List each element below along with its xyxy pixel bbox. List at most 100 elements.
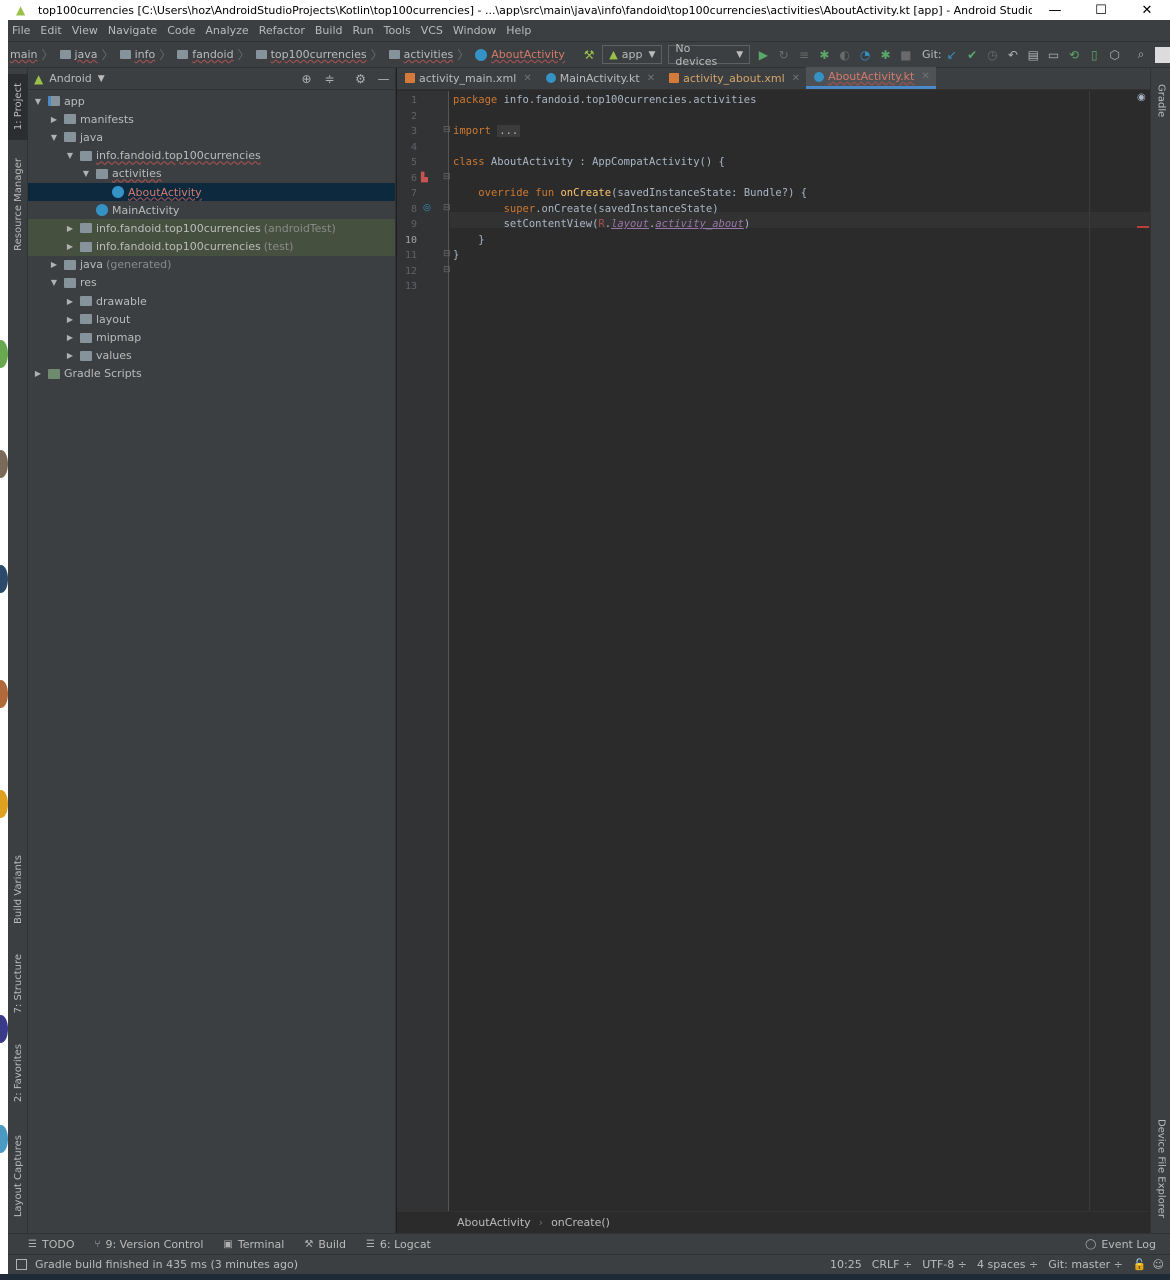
breadcrumb-activities[interactable]: activities	[387, 48, 453, 61]
close-icon[interactable]: ✕	[647, 73, 655, 84]
tree-item[interactable]: ▶ drawable	[28, 292, 395, 310]
vcs-update-icon[interactable]: ↙	[942, 44, 962, 66]
debug-icon[interactable]: ✱	[814, 44, 834, 66]
sdk-manager-icon[interactable]: ▭	[1043, 44, 1063, 66]
chevron-down-icon[interactable]: ▼	[48, 278, 60, 287]
chevron-right-icon[interactable]: ▶	[64, 315, 76, 324]
tab-activity-about-xml[interactable]: activity_about.xml ✕	[661, 67, 806, 89]
tree-item[interactable]: ▶ mipmap	[28, 328, 395, 346]
tree-item[interactable]: ▼ app	[28, 92, 395, 110]
chevron-right-icon[interactable]: ▶	[64, 297, 76, 306]
menu-view[interactable]: View	[72, 24, 104, 37]
menu-run[interactable]: Run	[353, 24, 380, 37]
tab-activity-main-xml[interactable]: activity_main.xml ✕	[397, 67, 538, 89]
chevron-right-icon[interactable]: ▶	[32, 369, 44, 378]
close-icon[interactable]: ✕	[792, 73, 800, 84]
menu-window[interactable]: Window	[453, 24, 502, 37]
tree-item[interactable]: ▼ java	[28, 128, 395, 146]
breadcrumb-aboutactivity[interactable]: AboutActivity	[473, 48, 565, 61]
vcs-commit-icon[interactable]: ✔	[962, 44, 982, 66]
tree-item[interactable]: AboutActivity	[28, 182, 395, 202]
make-project-hammer-icon[interactable]: ⚒	[579, 44, 599, 66]
code-editor[interactable]: package info.fandoid.top100currencies.ac…	[450, 91, 1090, 1211]
tab-resource-manager[interactable]: Resource Manager	[8, 154, 28, 254]
editor-crumb-class[interactable]: AboutActivity	[457, 1216, 531, 1229]
run-coverage-icon[interactable]: ◐	[835, 44, 855, 66]
lock-icon[interactable]: 🔓	[1133, 1258, 1147, 1271]
line-separator[interactable]: CRLF ÷	[872, 1258, 913, 1271]
tree-item[interactable]: MainActivity	[28, 201, 395, 219]
breadcrumb-fandoid[interactable]: fandoid	[175, 48, 234, 61]
toggle-tool-windows-icon[interactable]	[16, 1259, 27, 1270]
tree-item[interactable]: ▼ activities	[28, 165, 395, 183]
chevron-down-icon[interactable]: ▼	[80, 169, 92, 178]
tree-item[interactable]: ▼ info.fandoid.top100currencies	[28, 147, 395, 165]
tab-device-file-explorer[interactable]: Device File Explorer	[1151, 1116, 1170, 1220]
tree-item[interactable]: ▶ layout	[28, 310, 395, 328]
chevron-right-icon[interactable]: ▶	[48, 115, 60, 124]
tab-layout-captures[interactable]: Layout Captures	[8, 1128, 28, 1224]
apply-code-changes-icon[interactable]: ≡	[794, 44, 814, 66]
collapse-all-icon[interactable]: ≑	[318, 68, 341, 90]
breadcrumb-info[interactable]: info	[118, 48, 155, 61]
file-encoding[interactable]: UTF-8 ÷	[922, 1258, 967, 1271]
project-structure-icon[interactable]: ▤	[1023, 44, 1043, 66]
tree-item[interactable]: ▶ info.fandoid.top100currencies (androidTe…	[28, 219, 395, 238]
tool-terminal[interactable]: ▣ Terminal	[223, 1238, 284, 1251]
close-icon[interactable]: ✕	[523, 73, 531, 84]
tab-aboutactivity-kt[interactable]: AboutActivity.kt ✕	[806, 67, 936, 89]
git-branch[interactable]: Git: master ÷	[1048, 1258, 1123, 1271]
error-stripe-mark[interactable]	[1137, 226, 1149, 228]
menu-tools[interactable]: Tools	[384, 24, 417, 37]
gear-icon[interactable]: ⚙	[349, 68, 372, 90]
menu-refactor[interactable]: Refactor	[259, 24, 311, 37]
override-icon[interactable]: ◎	[423, 203, 431, 213]
chevron-down-icon[interactable]: ▼	[98, 74, 105, 84]
tool-event-log[interactable]: ◯ Event Log	[1085, 1238, 1156, 1251]
folded-imports[interactable]: ...	[497, 125, 521, 137]
editor-crumb-function[interactable]: onCreate()	[551, 1216, 610, 1229]
tree-item[interactable]: ▶ values	[28, 347, 395, 365]
tool-build[interactable]: ⚒ Build	[304, 1238, 346, 1251]
tab-build-variants[interactable]: Build Variants	[8, 848, 28, 930]
caret-position[interactable]: 10:25	[830, 1258, 862, 1271]
menu-navigate[interactable]: Navigate	[108, 24, 163, 37]
profile-icon[interactable]: ◔	[855, 44, 875, 66]
locate-icon[interactable]: ⊕	[295, 68, 318, 90]
tree-item[interactable]: ▶ info.fandoid.top100currencies (test)	[28, 237, 395, 256]
device-select[interactable]: No devices ▼	[668, 42, 751, 68]
maximize-button[interactable]: ☐	[1078, 0, 1124, 20]
tree-item[interactable]: ▶ manifests	[28, 110, 395, 128]
tab-project[interactable]: 1: Project	[8, 74, 28, 140]
chevron-right-icon[interactable]: ▶	[64, 351, 76, 360]
chevron-right-icon[interactable]: ▶	[64, 333, 76, 342]
indent-setting[interactable]: 4 spaces ÷	[977, 1258, 1038, 1271]
menu-help[interactable]: Help	[506, 24, 537, 37]
breadcrumb-top100currencies[interactable]: top100currencies	[254, 48, 367, 61]
chevron-down-icon[interactable]: ▼	[32, 97, 44, 106]
chevron-right-icon[interactable]: ▶	[64, 224, 76, 233]
activity-layout-icon[interactable]: ▙	[421, 173, 428, 183]
chevron-right-icon[interactable]: ▶	[64, 242, 76, 251]
sync-gradle-icon[interactable]: ⟲	[1064, 44, 1084, 66]
status-message[interactable]: Gradle build finished in 435 ms (3 minut…	[16, 1258, 298, 1271]
menu-build[interactable]: Build	[315, 24, 349, 37]
search-icon[interactable]: ⌕	[1131, 44, 1151, 66]
run-icon[interactable]: ▶	[753, 44, 773, 66]
revert-icon[interactable]: ↶	[1003, 44, 1023, 66]
tab-structure[interactable]: 7: Structure	[8, 948, 28, 1020]
tab-gradle[interactable]: Gradle	[1151, 76, 1170, 126]
tool-version-control[interactable]: ⑂ 9: Version Control	[94, 1238, 203, 1251]
breadcrumb-main[interactable]: main	[10, 48, 37, 61]
stop-icon[interactable]: ■	[896, 44, 916, 66]
avatar[interactable]	[1155, 46, 1170, 63]
hide-icon[interactable]: —	[372, 68, 395, 90]
attach-debugger-icon[interactable]: ✱	[875, 44, 895, 66]
chevron-down-icon[interactable]: ▼	[48, 133, 60, 142]
sdk-tools-icon[interactable]: ⬡	[1105, 44, 1125, 66]
chevron-right-icon[interactable]: ▶	[48, 260, 60, 269]
tool-todo[interactable]: ☰ TODO	[28, 1238, 74, 1251]
tab-mainactivity-kt[interactable]: MainActivity.kt ✕	[538, 67, 661, 89]
close-button[interactable]: ✕	[1124, 0, 1170, 20]
tree-item[interactable]: ▶ Gradle Scripts	[28, 365, 395, 383]
